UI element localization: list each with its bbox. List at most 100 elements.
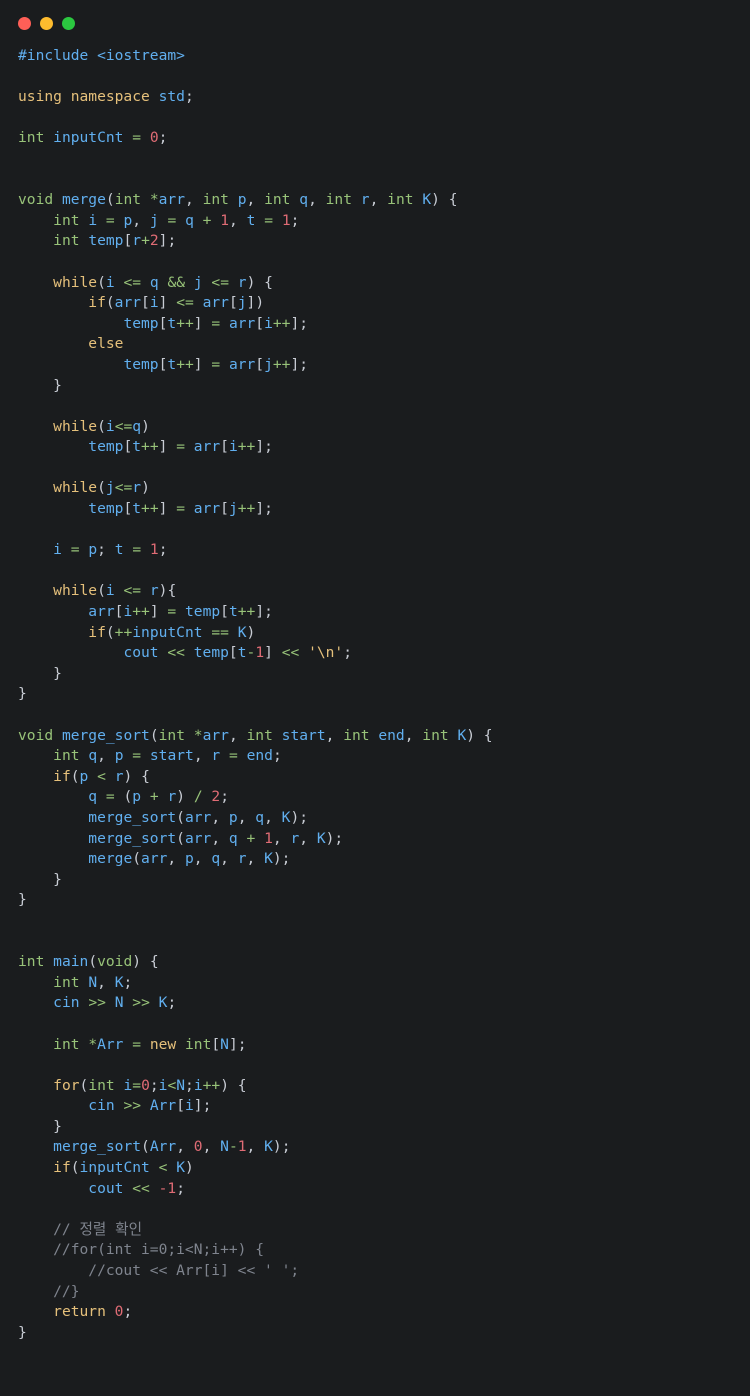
code-token: for [53,1076,80,1094]
code-token: , [404,726,423,744]
code-token: int [18,129,45,147]
minimize-window-icon[interactable] [40,16,53,30]
code-token: <= [123,582,142,600]
close-window-icon[interactable] [18,16,31,30]
code-token: , [220,850,238,868]
code-token: r [237,850,247,868]
code-token: , [299,829,317,847]
code-token: int [53,232,80,250]
code-line: } [18,1324,27,1341]
code-token: arr [114,294,142,312]
code-token: ] [193,314,212,332]
code-token: r [360,191,370,209]
code-token: r [290,829,300,847]
code-token: merge_sort [61,726,150,744]
code-token: / [193,788,203,806]
zoom-window-icon[interactable] [62,16,75,30]
code-token: = [211,355,221,373]
code-line: while(i <= r){ [18,582,176,599]
code-token: ++ [272,314,291,332]
code-token: int [264,191,291,209]
code-token: ]; [255,438,273,456]
code-token: ; [272,747,282,765]
code-token: , [246,850,265,868]
code-line: while(j<=r) [18,479,150,496]
code-token: ( [79,1076,89,1094]
source-code-block[interactable]: #include <iostream> using namespace std;… [18,46,750,1343]
code-token: ] [158,294,177,312]
code-token: cout [123,644,159,662]
code-token: r [211,747,221,765]
code-line: temp[t++] = arr[i++]; [18,315,308,332]
code-token: ); [325,829,344,847]
code-token: arr [184,808,212,826]
code-token: [ [176,1097,185,1115]
code-token: N [88,973,98,991]
code-token: = [132,541,142,559]
code-token: , [132,211,150,229]
code-token: ) [246,623,256,641]
code-line: return 0; [18,1303,132,1320]
code-token: * [149,191,159,209]
code-line: } [18,685,27,702]
code-token: arr [202,294,229,312]
code-line: //} [18,1283,79,1300]
code-token: if [88,623,106,641]
code-token: arr [141,850,168,868]
code-line: } [18,1118,62,1135]
code-token: 1 [281,211,291,229]
code-token: ++ [237,603,256,621]
code-token: ) { [246,273,273,291]
code-token: q [88,788,98,806]
code-token: arr [228,314,256,332]
code-token: ){ [158,582,177,600]
code-token: , [193,850,212,868]
code-token: ++ [202,1076,221,1094]
code-token: - [246,644,256,662]
code-token: t [132,438,142,456]
code-token: i [123,1076,133,1094]
code-token: ] [158,500,177,518]
code-token: + [149,788,159,806]
code-token: [ [220,603,229,621]
code-token: p [228,808,238,826]
code-line: q = (p + r) / 2; [18,788,229,805]
code-token: Arr [149,1138,177,1156]
code-line: if(arr[i] <= arr[j]) [18,294,264,311]
code-token: , [176,1138,194,1156]
code-token: j [264,355,273,373]
code-line: if(++inputCnt == K) [18,624,255,641]
code-token: j [149,211,159,229]
code-token: , [211,808,229,826]
code-token: , [97,973,115,991]
code-token: ]; [228,1035,247,1053]
code-token: p [79,767,89,785]
code-token: ( [141,1138,150,1156]
code-token: [ [141,294,150,312]
code-token: 1 [264,829,273,847]
code-token: p [123,211,133,229]
